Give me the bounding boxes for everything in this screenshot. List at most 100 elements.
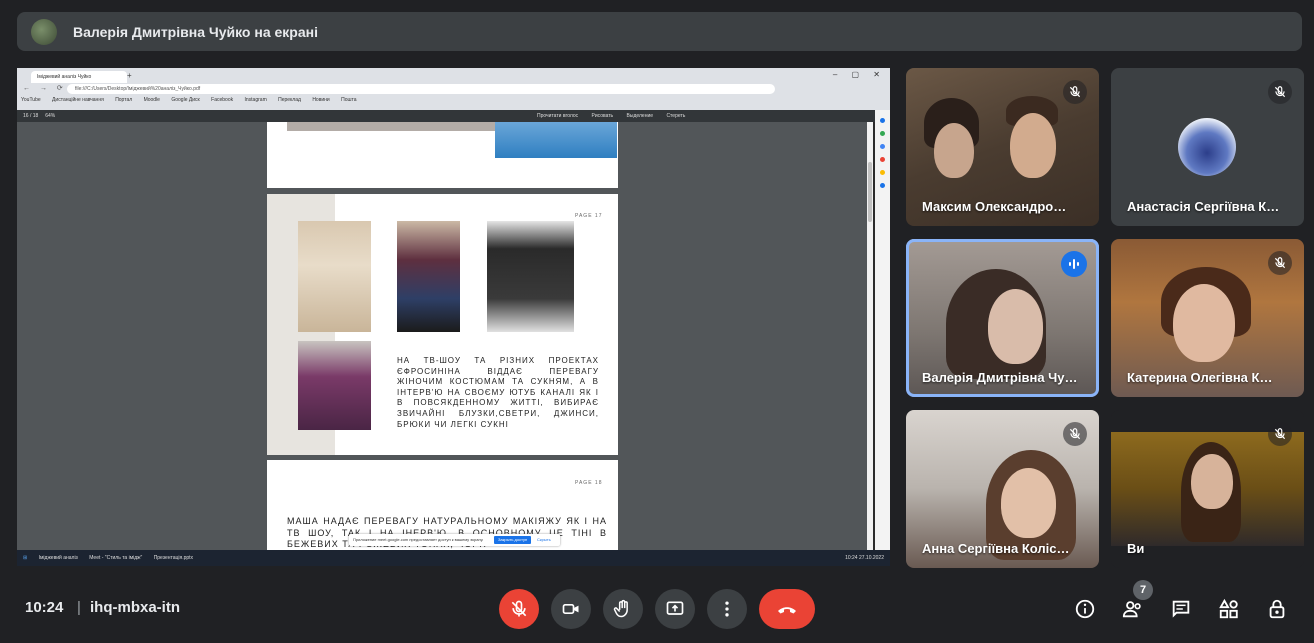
pdf-page: PAGE 17 НА ТВ-ШОУ ТА РІЗНИХ ПРОЕКТАХ ЄФР… xyxy=(267,194,618,455)
raise-hand-button[interactable] xyxy=(603,589,643,629)
chat-button[interactable] xyxy=(1168,596,1194,622)
participant-tile[interactable]: Анастасія Сергіївна К… xyxy=(1111,68,1304,226)
participant-tile[interactable]: Валерія Дмитрівна Чу… xyxy=(906,239,1099,397)
hand-icon xyxy=(613,599,628,618)
outfit-photo xyxy=(487,221,574,332)
pdf-scrollbar[interactable] xyxy=(867,122,873,550)
address-bar[interactable]: file:///C:/Users/Desktop/Іміджевий%20ана… xyxy=(67,84,775,94)
search-icon[interactable] xyxy=(880,118,885,123)
pdf-page-info: 16 / 18 xyxy=(23,113,39,119)
bookmark[interactable]: Instagram xyxy=(245,97,267,103)
page-image xyxy=(287,122,497,131)
mic-off-icon xyxy=(1268,80,1292,104)
pdf-tool-highlight[interactable]: Выделение xyxy=(627,113,654,119)
activities-icon xyxy=(1219,598,1238,619)
outfit-photo xyxy=(397,221,460,332)
extension-icon[interactable] xyxy=(880,131,885,136)
bookmark[interactable]: Дистанційне навчання xyxy=(52,97,104,103)
present-icon xyxy=(666,601,684,615)
taskbar-item[interactable]: Презентація.pptx xyxy=(154,550,193,566)
extension-icon[interactable] xyxy=(880,157,885,162)
host-controls-button[interactable] xyxy=(1264,596,1290,622)
extension-icon[interactable] xyxy=(880,144,885,149)
participant-video xyxy=(988,289,1043,364)
taskbar-item[interactable]: Meet - "Стиль та імідж" xyxy=(89,550,142,566)
taskbar-item[interactable]: Іміджевий аналіз xyxy=(39,550,78,566)
presenter-text: Валерія Дмитрівна Чуйко на екрані xyxy=(73,23,318,40)
participant-tile[interactable]: Катерина Олегівна К… xyxy=(1111,239,1304,397)
browser-tab[interactable]: Іміджевий аналіз Чуйко xyxy=(31,71,127,83)
new-tab-icon[interactable]: + xyxy=(127,71,132,80)
windows-start-icon[interactable]: ⊞ xyxy=(23,550,27,566)
activities-button[interactable] xyxy=(1216,596,1242,622)
stop-sharing-button[interactable]: Закрыть доступ xyxy=(494,536,532,544)
participant-name: Анастасія Сергіївна К… xyxy=(1127,199,1280,214)
participant-video xyxy=(1191,454,1233,509)
camera-toggle-button[interactable] xyxy=(551,589,591,629)
more-vert-icon xyxy=(725,601,729,617)
bookmark[interactable]: Google Диск xyxy=(171,97,199,103)
bookmark[interactable]: Facebook xyxy=(211,97,233,103)
browser-chrome: Іміджевий аналіз Чуйко + – ▢ ✕ ← → ⟳ fil… xyxy=(17,68,890,110)
participant-video xyxy=(1010,113,1056,178)
shared-screen: Іміджевий аналіз Чуйко + – ▢ ✕ ← → ⟳ fil… xyxy=(17,68,890,566)
page-image xyxy=(495,122,617,158)
bookmark[interactable]: Новини xyxy=(312,97,329,103)
bookmark[interactable]: Пошта xyxy=(341,97,356,103)
more-options-button[interactable] xyxy=(707,589,747,629)
camera-icon xyxy=(562,604,579,614)
hide-notification-button[interactable]: Скрыть xyxy=(537,536,551,544)
mic-off-icon xyxy=(1063,80,1087,104)
chat-icon xyxy=(1172,600,1190,618)
bookmark[interactable]: Портал xyxy=(115,97,132,103)
page-tag: PAGE 17 xyxy=(575,213,603,219)
presenter-avatar xyxy=(31,18,57,45)
pdf-tool-read-aloud[interactable]: Прочитати вголос xyxy=(537,113,578,119)
scrollbar-thumb[interactable] xyxy=(868,162,872,222)
window-controls-icon[interactable]: – ▢ ✕ xyxy=(833,70,886,79)
pdf-tool-erase[interactable]: Стереть xyxy=(666,113,685,119)
pdf-tool-draw[interactable]: Рисовать xyxy=(592,113,614,119)
page-text: НА ТВ-ШОУ ТА РІЗНИХ ПРОЕКТАХ ЄФРОСИНІНА … xyxy=(397,356,599,429)
mic-toggle-button[interactable] xyxy=(499,589,539,629)
taskbar-tray: 10:24 27.10.2022 xyxy=(845,555,884,561)
people-count-badge: 7 xyxy=(1133,580,1153,600)
pdf-viewer[interactable]: PAGE 17 НА ТВ-ШОУ ТА РІЗНИХ ПРОЕКТАХ ЄФР… xyxy=(17,122,873,550)
presenter-bar: Валерія Дмитрівна Чуйко на екрані xyxy=(17,12,1302,51)
extension-icon[interactable] xyxy=(880,170,885,175)
mic-off-icon xyxy=(511,600,527,617)
browser-side-panel xyxy=(875,110,890,550)
mic-off-icon xyxy=(1268,422,1292,446)
leave-call-button[interactable] xyxy=(759,589,815,629)
mic-off-icon xyxy=(1268,251,1292,275)
speaking-indicator-icon xyxy=(1061,251,1087,277)
meeting-details-button[interactable] xyxy=(1072,596,1098,622)
people-icon xyxy=(1122,601,1141,618)
participant-tile[interactable]: Анна Сергіївна Коліс… xyxy=(906,410,1099,568)
extension-icon[interactable] xyxy=(880,183,885,188)
participant-tile[interactable]: Ви xyxy=(1111,410,1304,568)
present-screen-button[interactable] xyxy=(655,589,695,629)
participant-name: Ви xyxy=(1127,541,1145,556)
participant-name: Максим Олександро… xyxy=(922,199,1067,214)
participant-video xyxy=(1173,284,1235,362)
bookmarks-bar: YouTube Дистанційне навчання Портал Mood… xyxy=(21,97,881,107)
participant-video xyxy=(1001,468,1056,538)
screen-share-notification: Приложение meet.google.com предоставляет… xyxy=(349,534,560,546)
meeting-code: ihq-mbxa-itn xyxy=(90,599,180,616)
separator: | xyxy=(77,599,81,616)
meeting-clock: 10:24 xyxy=(25,599,64,616)
meeting-controls-bar: 10:24 | ihq-mbxa-itn xyxy=(0,573,1314,643)
bookmark[interactable]: Переклад xyxy=(278,97,301,103)
bookmark[interactable]: Moodle xyxy=(144,97,160,103)
hang-up-icon xyxy=(778,607,796,614)
participant-video xyxy=(934,123,974,178)
bookmark[interactable]: YouTube xyxy=(21,97,41,103)
browser-nav-icons[interactable]: ← → ⟳ xyxy=(23,84,67,92)
participant-tile[interactable]: Максим Олександро… xyxy=(906,68,1099,226)
participant-video xyxy=(1111,432,1304,546)
info-icon xyxy=(1075,599,1095,619)
participant-name: Анна Сергіївна Коліс… xyxy=(922,541,1070,556)
pdf-zoom[interactable]: 64% xyxy=(45,113,55,119)
pdf-page xyxy=(267,122,618,188)
